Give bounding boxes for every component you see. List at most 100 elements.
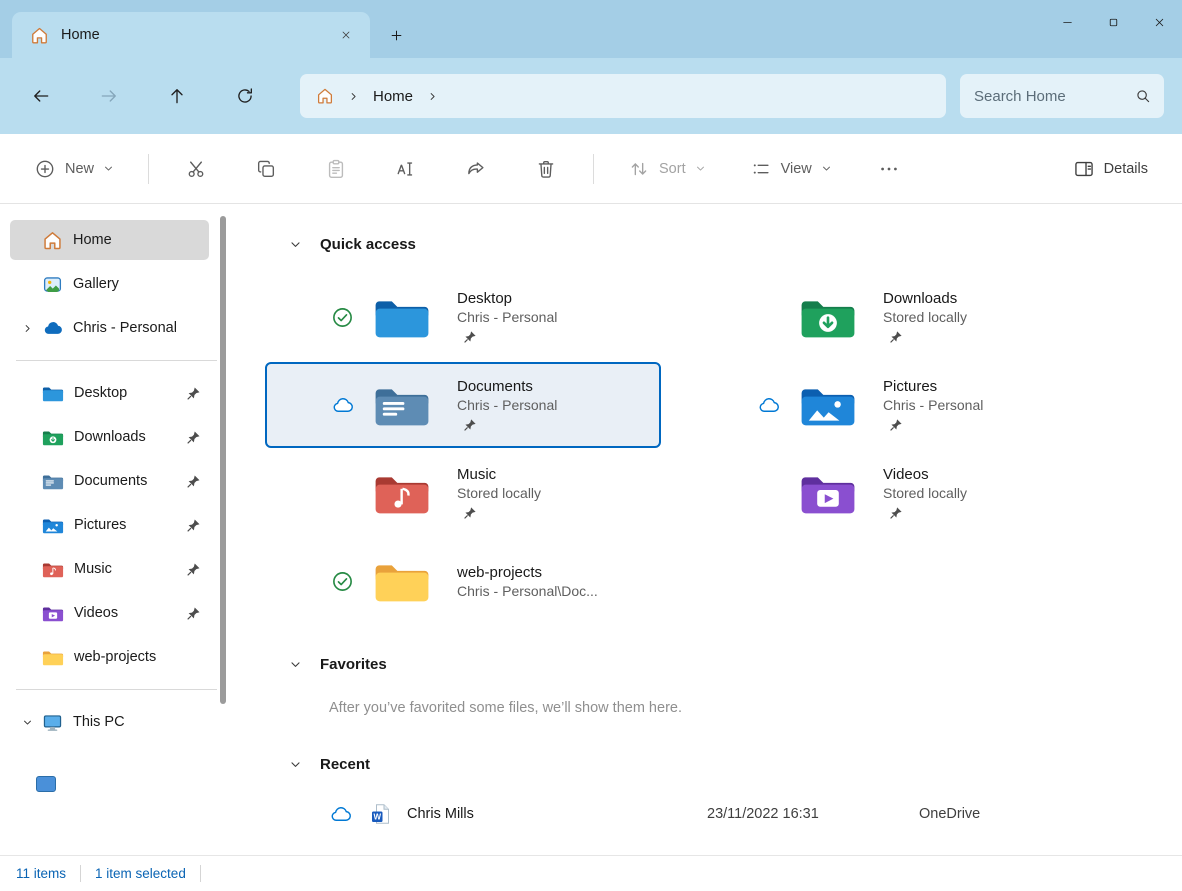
breadcrumb-segment-home[interactable]: Home — [373, 88, 413, 105]
pictures-folder-icon — [799, 381, 857, 429]
pictures-folder-icon — [42, 516, 64, 535]
file-explorer-window: Home Home New — [0, 0, 1182, 891]
maximize-button[interactable] — [1090, 0, 1136, 44]
gallery-icon — [42, 274, 63, 295]
this-pc-icon — [42, 712, 63, 733]
pin-icon — [186, 606, 201, 621]
close-icon — [340, 29, 352, 41]
tab-close-button[interactable] — [332, 21, 360, 49]
sidebar-scrollbar[interactable] — [220, 216, 226, 704]
close-icon — [1153, 16, 1166, 29]
cut-button[interactable] — [173, 146, 219, 192]
content-pane: Quick access Desktop Chris - Personal — [235, 204, 1182, 855]
file-tile-desktop[interactable]: Desktop Chris - Personal — [265, 274, 661, 360]
collapse-recent-button[interactable] — [289, 758, 302, 771]
sidebar-item-documents[interactable]: Documents — [10, 461, 209, 501]
details-pane-icon — [1073, 158, 1095, 180]
more-options-button[interactable] — [866, 146, 912, 192]
minimize-button[interactable] — [1044, 0, 1090, 44]
search-box — [960, 74, 1164, 118]
plus-circle-icon — [34, 158, 56, 180]
chevron-down-icon — [821, 163, 832, 174]
arrow-left-icon — [31, 86, 51, 106]
collapse-quick-access-button[interactable] — [289, 238, 302, 251]
desktop-folder-icon — [373, 293, 431, 341]
section-quick-access: Quick access — [289, 230, 1182, 258]
address-bar[interactable]: Home — [300, 74, 946, 118]
new-button-label: New — [65, 161, 94, 177]
sidebar-separator — [16, 689, 217, 690]
rename-button[interactable] — [383, 146, 429, 192]
section-favorites: Favorites — [289, 650, 1182, 678]
section-recent: Recent — [289, 750, 1182, 778]
cloud-status-icon — [757, 394, 780, 417]
sidebar-item-music[interactable]: Music — [10, 549, 209, 589]
new-button[interactable]: New — [24, 146, 124, 192]
pin-icon — [186, 430, 201, 445]
chevron-down-icon — [289, 238, 302, 251]
share-button[interactable] — [453, 146, 499, 192]
home-icon — [42, 230, 63, 251]
file-tile-downloads[interactable]: Downloads Stored locally — [691, 274, 1087, 360]
sidebar-separator — [16, 360, 217, 361]
file-tile-music[interactable]: Music Stored locally — [265, 450, 661, 536]
chevron-down-icon — [695, 163, 706, 174]
section-title: Recent — [320, 756, 370, 773]
chevron-right-icon — [348, 91, 359, 102]
recent-file-row[interactable]: Chris Mills 23/11/2022 16:31 OneDrive — [265, 792, 1182, 836]
sidebar-item-gallery[interactable]: Gallery — [10, 264, 209, 304]
collapse-favorites-button[interactable] — [289, 658, 302, 671]
downloads-folder-icon — [42, 428, 64, 447]
sidebar-item-videos[interactable]: Videos — [10, 593, 209, 633]
file-tile-documents-selected[interactable]: Documents Chris - Personal — [265, 362, 661, 448]
close-window-button[interactable] — [1136, 0, 1182, 44]
view-button[interactable]: View — [740, 146, 842, 192]
sync-complete-icon — [331, 570, 354, 593]
sidebar-item-web-projects[interactable]: web-projects — [10, 637, 209, 677]
new-tab-button[interactable] — [380, 19, 412, 51]
file-tile-videos[interactable]: Videos Stored locally — [691, 450, 1087, 536]
arrow-right-icon — [99, 86, 119, 106]
view-button-label: View — [781, 161, 812, 177]
delete-button[interactable] — [523, 146, 569, 192]
chevron-down-icon — [289, 758, 302, 771]
sync-complete-icon — [331, 306, 354, 329]
forward-button[interactable] — [90, 77, 128, 115]
window-controls — [1044, 0, 1182, 44]
copy-button[interactable] — [243, 146, 289, 192]
recent-file-row-partial[interactable] — [265, 850, 1182, 855]
videos-folder-icon — [42, 604, 64, 623]
drive-icon-partial — [36, 776, 56, 792]
statusbar-divider — [200, 865, 201, 882]
ellipsis-icon — [878, 158, 900, 180]
arrow-up-icon — [167, 86, 187, 106]
sidebar-item-home[interactable]: Home — [10, 220, 209, 260]
folder-icon — [42, 648, 64, 667]
chevron-right-icon — [22, 323, 33, 334]
cloud-status-icon — [329, 803, 352, 826]
tab-home[interactable]: Home — [12, 12, 370, 58]
paste-button[interactable] — [313, 146, 359, 192]
sidebar-item-pictures[interactable]: Pictures — [10, 505, 209, 545]
navigation-bar: Home — [0, 58, 1182, 134]
minimize-icon — [1061, 16, 1074, 29]
sidebar-item-onedrive-personal[interactable]: Chris - Personal — [10, 308, 209, 348]
sidebar-item-downloads[interactable]: Downloads — [10, 417, 209, 457]
tab-title: Home — [61, 27, 320, 43]
documents-folder-icon — [373, 381, 431, 429]
details-button[interactable]: Details — [1063, 146, 1158, 192]
search-icon[interactable] — [1134, 87, 1152, 105]
pin-icon — [186, 518, 201, 533]
sidebar-item-desktop[interactable]: Desktop — [10, 373, 209, 413]
back-button[interactable] — [22, 77, 60, 115]
sidebar-item-this-pc[interactable]: This PC — [10, 702, 209, 742]
search-input[interactable] — [972, 87, 1126, 106]
sort-button[interactable]: Sort — [618, 146, 716, 192]
file-tile-web-projects[interactable]: web-projects Chris - Personal\Doc... — [265, 538, 661, 624]
selection-count: 1 item selected — [95, 866, 186, 881]
refresh-button[interactable] — [226, 77, 264, 115]
toolbar-separator — [593, 154, 594, 184]
up-button[interactable] — [158, 77, 196, 115]
item-count: 11 items — [16, 866, 66, 881]
file-tile-pictures[interactable]: Pictures Chris - Personal — [691, 362, 1087, 448]
